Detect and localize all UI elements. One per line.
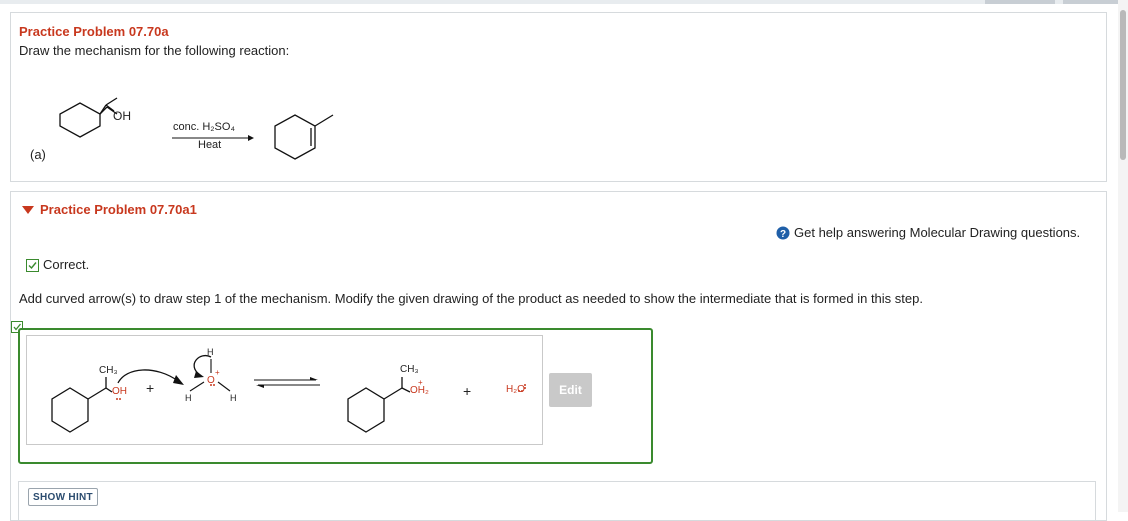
scrollbar-thumb[interactable] [1120, 10, 1126, 160]
acid-h-right: H [230, 393, 237, 403]
hint-panel [18, 481, 1096, 521]
acid-h-top: H [207, 347, 214, 357]
top-progress-bar [0, 0, 1128, 4]
progress-segment [985, 0, 1055, 4]
water-label: H₂O [506, 384, 525, 395]
reaction-scheme [59, 97, 334, 160]
edit-button[interactable]: Edit [549, 373, 592, 407]
acid-h-left: H [185, 393, 192, 403]
help-link[interactable]: Get help answering Molecular Drawing que… [794, 225, 1080, 240]
acid-oxygen: O [207, 375, 215, 386]
reactant-oh-label: OH [112, 386, 127, 397]
reactant-ring [51, 377, 113, 433]
product-ring [347, 377, 411, 433]
product-charge: + [418, 378, 423, 387]
acid-charge: + [215, 368, 220, 377]
problem-instruction: Draw the mechanism for the following rea… [19, 43, 290, 58]
status-correct: Correct. [43, 257, 90, 272]
svg-text:?: ? [780, 229, 786, 240]
correct-check-icon [26, 259, 39, 272]
product-methyl-label: CH₃ [400, 364, 419, 375]
reactant-methyl-label: CH₃ [99, 365, 118, 376]
plus-sign-2: + [463, 383, 472, 399]
show-hint-button[interactable]: SHOW HINT [28, 488, 98, 506]
page-scrollbar[interactable] [1118, 0, 1128, 512]
progress-segment [1063, 0, 1118, 4]
reactant-cyclohexane [59, 102, 118, 138]
help-icon[interactable]: ? [776, 226, 790, 240]
subproblem-title[interactable]: Practice Problem 07.70a1 [40, 202, 197, 217]
condition-label: Heat [198, 139, 222, 151]
subproblem-instruction: Add curved arrow(s) to draw step 1 of th… [19, 291, 923, 306]
reactant-oh-label: OH [113, 109, 131, 123]
collapse-triangle-icon[interactable] [21, 204, 35, 216]
product-cyclohexene [274, 114, 334, 160]
part-label: (a) [30, 147, 46, 162]
reagent-label: conc. H₂SO₄ [173, 121, 235, 133]
problem-title: Practice Problem 07.70a [19, 24, 169, 39]
plus-sign: + [146, 380, 155, 396]
